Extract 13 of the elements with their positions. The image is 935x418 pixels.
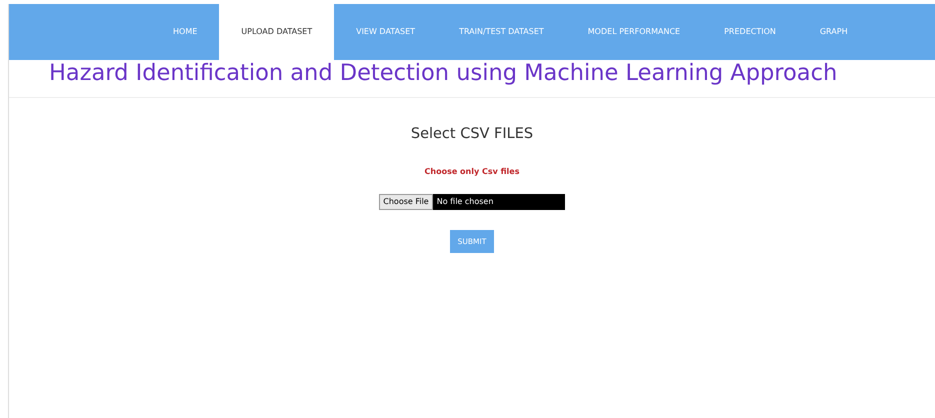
form-heading: Select CSV FILES xyxy=(410,125,534,144)
file-status: No file chosen xyxy=(432,194,565,210)
page-title: Hazard Identification and Detection using Machine Learning Approach xyxy=(9,60,935,98)
nav-tab[interactable]: TRAIN/TEST DATASET xyxy=(437,4,566,60)
nav-tab[interactable]: HOME xyxy=(151,4,220,60)
file-input[interactable]: Choose File No file chosen xyxy=(379,194,565,210)
nav-tab[interactable]: MODEL PERFORMANCE xyxy=(566,4,702,60)
nav-tab[interactable]: GRAPH xyxy=(798,4,870,60)
hint-text: Choose only Csv files xyxy=(424,166,520,178)
nav-tab[interactable]: VIEW DATASET xyxy=(334,4,438,60)
nav-tab[interactable]: PREDECTION xyxy=(702,4,798,60)
choose-file-button[interactable]: Choose File xyxy=(379,194,433,210)
nav-tab[interactable]: UPLOAD DATASET xyxy=(219,4,334,60)
